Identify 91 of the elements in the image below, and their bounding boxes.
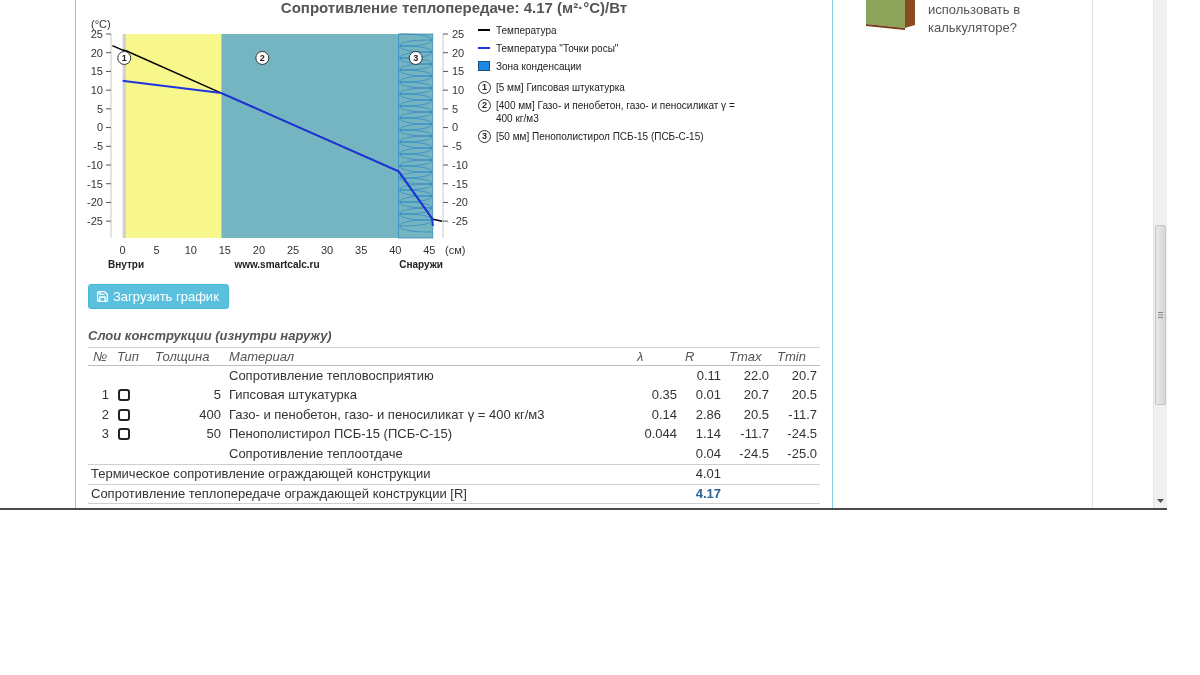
table-cell: 0.04 xyxy=(695,445,721,462)
table-cell: -11.7 xyxy=(740,426,769,443)
table-cell: 3 xyxy=(101,426,109,443)
axis-tick-label: 10 xyxy=(452,84,465,96)
band-label: 2 xyxy=(259,53,265,64)
axis-tick-label: -5 xyxy=(452,140,462,153)
table-cell: 0.044 xyxy=(644,426,677,443)
table-cell: 2.86 xyxy=(695,406,721,423)
axis-tick-label: 25 xyxy=(452,27,465,40)
table-cell: 400 xyxy=(199,406,221,423)
table-cell: -24.5 xyxy=(787,426,817,443)
chart-caption: Снаружи xyxy=(399,259,443,270)
table-cell: Сопротивление теплоотдаче xyxy=(229,445,403,462)
axis-tick-label: 5 xyxy=(96,102,103,115)
table-cell: Термическое сопротивление ограждающей конструкции xyxy=(91,466,431,482)
legend-label: [5 мм] Гипсовая штукатурка xyxy=(496,81,626,94)
axis-tick-label: 5 xyxy=(153,244,160,256)
axis-tick-label: 15 xyxy=(90,65,103,78)
column-header: R xyxy=(684,348,695,365)
axis-tick-label: -25 xyxy=(87,215,103,227)
table-cell: 1.14 xyxy=(695,426,721,443)
column-header: Материал xyxy=(228,348,295,365)
table-cell: 0.01 xyxy=(695,387,721,404)
axis-tick-label: 25 xyxy=(286,244,300,256)
table-cell: 20.7 xyxy=(791,367,817,384)
table-cell: Сопротивление тепловосприятию xyxy=(229,367,434,384)
axis-tick-label: -10 xyxy=(87,158,103,171)
axis-tick-label: 35 xyxy=(355,244,368,256)
axis-tick-label: 40 xyxy=(389,244,402,256)
table-cell: 50 xyxy=(206,426,221,443)
table-cell: 4.17 xyxy=(695,485,721,502)
chart-caption: Внутри xyxy=(108,259,145,270)
section-title: Слои конструкции (изнутри наружу) xyxy=(88,328,333,344)
axis-title: (см) xyxy=(445,244,466,256)
legend-label: Температура "Точки росы" xyxy=(496,41,619,55)
axis-tick-label: 0 xyxy=(96,121,103,134)
axis-tick-label: -20 xyxy=(87,196,103,209)
axis-tick-label: -5 xyxy=(93,140,103,153)
legend-label: Температура xyxy=(496,23,557,37)
axis-tick-label: 30 xyxy=(321,244,334,256)
column-header: Толщина xyxy=(154,348,210,365)
axis-tick-label: 15 xyxy=(218,244,231,256)
column-header: № xyxy=(92,348,108,365)
axis-tick-label: 5 xyxy=(452,102,459,115)
column-header: Tmin xyxy=(776,348,806,365)
table-cell: Сопротивление теплопередаче ограждающей конструкции [R] xyxy=(91,485,467,502)
layer-number: 2 xyxy=(255,50,270,65)
band-label: 1 xyxy=(121,53,127,64)
axis-tick-label: 0 xyxy=(452,121,459,134)
column-header: Tmax xyxy=(728,348,762,365)
legend-label: [400 мм] Газо- и пенобетон, газо- и пеносиликат γ = 400 кг/м3 xyxy=(496,99,736,125)
table-cell: Гипсовая штукатурка xyxy=(229,387,357,404)
axis-tick-label: 20 xyxy=(452,46,465,59)
chart-title: Сопротивление теплопередаче: 4.17 (м²·°С)/Вт xyxy=(279,0,629,16)
table-cell: Пенополистирол ПСБ-15 (ПСБ-С-15) xyxy=(229,426,452,443)
table-cell: 20.7 xyxy=(743,387,769,404)
legend-label: Зона конденсации xyxy=(496,59,582,73)
table-cell: 2 xyxy=(101,406,109,423)
axis-tick-label: 10 xyxy=(90,84,103,96)
table-cell: 1 xyxy=(101,387,109,404)
axis-tick-label: -15 xyxy=(452,177,468,190)
table-cell: 20.5 xyxy=(791,387,817,404)
axis-tick-label: -25 xyxy=(452,215,468,227)
table-cell: 22.0 xyxy=(743,367,769,384)
column-header: Тип xyxy=(116,348,139,365)
table-cell: -25.0 xyxy=(787,445,817,462)
axis-tick-label: 20 xyxy=(90,46,103,59)
table-cell: 0.14 xyxy=(651,406,677,423)
table-cell: 0.11 xyxy=(696,367,721,384)
chart-caption: www.smartcalc.ru xyxy=(234,259,320,270)
axis-tick-label: -20 xyxy=(452,196,468,209)
layer-number: 3 xyxy=(408,50,423,65)
sidebar-caption: использовать в калькуляторе? xyxy=(928,1,1022,37)
band-label: 3 xyxy=(413,53,419,64)
column-header: λ xyxy=(635,348,644,365)
layer-number: 1 xyxy=(117,50,132,65)
table-cell: -11.7 xyxy=(788,406,817,423)
table-cell: Газо- и пенобетон, газо- и пеносиликат γ = 400 кг/м3 xyxy=(229,406,545,423)
axis-tick-label: 45 xyxy=(423,244,436,256)
table-cell: -24.5 xyxy=(739,445,769,462)
table-cell: 0.35 xyxy=(651,387,677,404)
axis-tick-label: 10 xyxy=(184,244,197,256)
table-cell: 20.5 xyxy=(743,406,769,423)
table-cell: 5 xyxy=(213,387,221,404)
axis-tick-label: 20 xyxy=(252,244,266,256)
axis-tick-label: 0 xyxy=(119,244,126,256)
axis-tick-label: -15 xyxy=(87,177,103,190)
table-cell: 4.01 xyxy=(695,466,721,482)
axis-tick-label: 15 xyxy=(452,65,465,78)
axis-tick-label: -10 xyxy=(452,158,468,171)
legend-label: [50 мм] Пенополистирол ПСБ-15 (ПСБ-С-15) xyxy=(496,130,705,143)
